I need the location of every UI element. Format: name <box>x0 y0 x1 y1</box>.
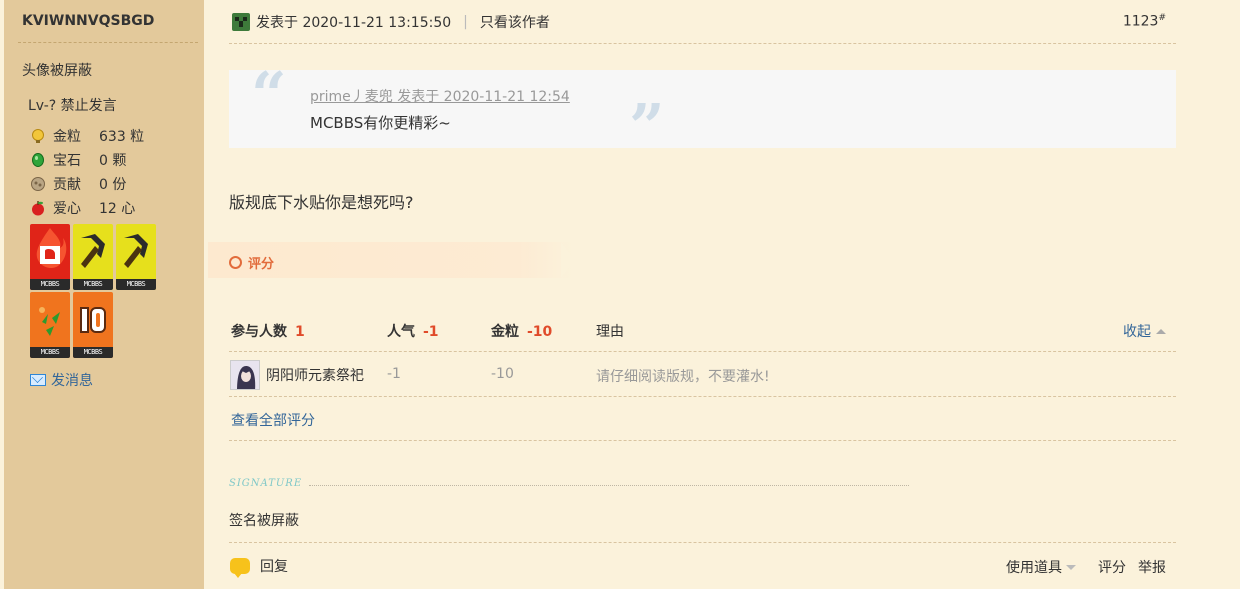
post-actions: 使用道具 评分 举报 <box>1006 557 1166 577</box>
report-link[interactable]: 举报 <box>1138 557 1166 577</box>
gold-nugget-icon <box>32 129 44 143</box>
popularity-value: -1 <box>423 324 439 340</box>
signature-text: 签名被屏蔽 <box>229 513 299 529</box>
stat-gold: 金粒 633 粒 <box>30 124 144 148</box>
close-quote-icon: ” <box>629 90 665 163</box>
divider <box>229 43 1176 44</box>
rater-name[interactable]: 阴阳师元素祭祀 <box>266 365 364 385</box>
view-all-ratings-link[interactable]: 查看全部评分 <box>231 410 315 430</box>
signature-divider <box>309 485 909 486</box>
divider <box>229 351 1176 352</box>
reply-bubble-icon <box>230 558 250 578</box>
separator: | <box>463 14 468 30</box>
rating-gold-header: 金粒 -10 <box>491 321 552 341</box>
medal-caption: MCBBS <box>73 279 113 290</box>
collapse-button[interactable]: 收起 <box>1123 321 1166 341</box>
stat-label: 宝石 <box>53 153 81 169</box>
rating-participants: 参与人数 1 <box>231 321 305 341</box>
divider <box>18 42 198 43</box>
medal-list: MCBBS MCBBS MCBBS MCBBS MCBBS <box>30 224 160 360</box>
medal-pickaxe-icon[interactable]: MCBBS <box>73 224 113 290</box>
medal-caption: MCBBS <box>30 279 70 290</box>
stat-gem: 宝石 0 颗 <box>30 148 144 172</box>
stat-value: 12 心 <box>99 201 136 217</box>
rating-popularity-header: 人气 -1 <box>387 321 439 341</box>
quote-source-link[interactable]: prime丿麦兜 发表于 2020-11-21 12:54 <box>310 86 570 106</box>
mail-icon <box>30 374 46 386</box>
medal-pickaxe-icon[interactable]: MCBBS <box>116 224 156 290</box>
reply-button[interactable]: 回复 <box>230 556 288 578</box>
stat-label: 贡献 <box>53 177 81 193</box>
rating-title-label: 评分 <box>248 257 275 272</box>
divider <box>229 440 1176 441</box>
rating-popularity-cell: -1 <box>387 366 401 382</box>
page-edge <box>1240 0 1244 589</box>
divider <box>229 542 1176 543</box>
stat-label: 金粒 <box>53 129 81 145</box>
medal-ten-icon[interactable]: MCBBS <box>73 292 113 358</box>
reply-label: 回复 <box>260 559 288 575</box>
circle-icon <box>229 256 242 269</box>
chevron-up-icon <box>1156 328 1166 334</box>
stat-contribution: 贡献 0 份 <box>30 172 144 196</box>
floor-number[interactable]: 1123# <box>1123 13 1166 30</box>
gold-label: 金粒 <box>491 324 519 340</box>
floor-value: 1123 <box>1122 13 1159 30</box>
send-message-link[interactable]: 发消息 <box>30 370 93 390</box>
medal-leaf-icon[interactable]: MCBBS <box>30 292 70 358</box>
chevron-down-icon[interactable] <box>1066 564 1076 570</box>
medal-caption: MCBBS <box>73 347 113 358</box>
contribution-icon <box>31 177 45 191</box>
participants-value: 1 <box>295 324 305 340</box>
author-sidebar: KVIWNNVQSBGD 头像被屏蔽 Lv-? 禁止发言 金粒 633 粒 宝石… <box>4 0 204 589</box>
stat-value: 0 份 <box>99 177 127 193</box>
send-message-label: 发消息 <box>51 373 93 389</box>
user-stats: 金粒 633 粒 宝石 0 颗 贡献 0 份 爱心 12 心 <box>30 124 144 220</box>
participants-label: 参与人数 <box>231 324 287 340</box>
post-content: 发表于 2020-11-21 13:15:50 | 只看该作者 1123# “ … <box>204 0 1244 589</box>
rating-reason-header: 理由 <box>596 324 624 340</box>
avatar-placeholder: 头像被屏蔽 <box>22 63 92 79</box>
popularity-label: 人气 <box>387 324 415 340</box>
rater-avatar[interactable] <box>230 360 260 390</box>
gold-value: -10 <box>527 324 553 340</box>
apple-heart-icon <box>32 201 44 216</box>
only-author-link[interactable]: 只看该作者 <box>480 12 550 32</box>
stat-value: 0 颗 <box>99 153 127 169</box>
rating-gold-cell: -10 <box>491 366 514 382</box>
online-status-icon <box>232 13 250 31</box>
stat-label: 爱心 <box>53 201 81 217</box>
signature-label: SIGNATURE <box>229 478 303 489</box>
post-time: 发表于 2020-11-21 13:15:50 <box>256 15 452 31</box>
medal-mojang-icon[interactable]: MCBBS <box>30 224 70 290</box>
quote-text: MCBBS有你更精彩~ <box>310 114 451 132</box>
quote-block: “ prime丿麦兜 发表于 2020-11-21 12:54 MCBBS有你更… <box>229 64 1176 158</box>
medal-caption: MCBBS <box>30 347 70 358</box>
open-quote-icon: “ <box>251 58 287 131</box>
stat-love: 爱心 12 心 <box>30 196 144 220</box>
user-level[interactable]: Lv-? 禁止发言 <box>28 95 117 115</box>
rate-link[interactable]: 评分 <box>1098 557 1126 577</box>
post-body: 版规底下水贴你是想死吗? <box>229 193 414 212</box>
emerald-icon <box>32 153 44 167</box>
rating-reason-cell: 请仔细阅读版规，不要灌水! <box>596 369 770 385</box>
medal-caption: MCBBS <box>116 279 156 290</box>
collapse-label: 收起 <box>1123 324 1151 340</box>
rating-title: 评分 <box>229 253 274 272</box>
author-name[interactable]: KVIWNNVQSBGD <box>22 13 154 29</box>
use-tools-menu[interactable]: 使用道具 <box>1006 557 1062 577</box>
post-header: 发表于 2020-11-21 13:15:50 | 只看该作者 <box>232 12 550 32</box>
floor-mark: # <box>1158 13 1166 23</box>
stat-value: 633 粒 <box>99 129 145 145</box>
divider <box>229 396 1176 397</box>
